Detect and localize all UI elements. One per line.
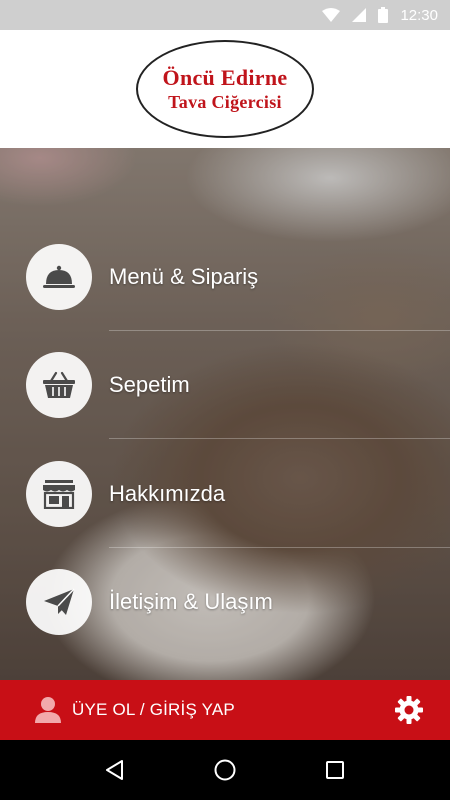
status-bar: 12:30 [0,0,450,30]
recents-icon[interactable] [320,755,350,785]
menu-item-label: Sepetim [109,372,190,397]
basket-icon [26,352,92,418]
login-register-button[interactable]: ÜYE OL / GİRİŞ YAP [72,700,235,720]
menu-item-label: Menü & Sipariş [109,264,259,289]
login-bar: ÜYE OL / GİRİŞ YAP [0,680,450,740]
main-menu: Menü & Sipariş Sepetim Hakkımızda İletiş… [0,148,450,680]
brand-logo: Öncü Edirne Tava Ciğercisi [136,40,314,138]
menu-item-cart[interactable]: Sepetim [0,331,450,439]
paper-plane-icon [26,569,92,635]
home-icon[interactable] [210,755,240,785]
food-cloche-icon [26,244,92,310]
store-icon [26,461,92,527]
menu-item-about[interactable]: Hakkımızda [0,440,450,548]
system-nav-bar [0,740,450,800]
wifi-icon [322,8,341,22]
divider [109,438,450,439]
menu-item-order[interactable]: Menü & Sipariş [0,223,450,331]
menu-item-label: Hakkımızda [109,481,226,506]
logo-line1: Öncü Edirne [162,65,288,90]
gear-icon[interactable] [394,695,424,725]
back-icon[interactable] [100,755,130,785]
signal-icon [352,8,367,22]
status-time: 12:30 [400,6,438,24]
menu-item-contact[interactable]: İletişim & Ulaşım [0,548,450,656]
battery-icon [378,7,389,23]
menu-item-label: İletişim & Ulaşım [109,589,273,614]
app-header: Öncü Edirne Tava Ciğercisi [0,30,450,148]
user-icon[interactable] [34,695,62,728]
logo-line2: Tava Ciğercisi [168,92,282,113]
